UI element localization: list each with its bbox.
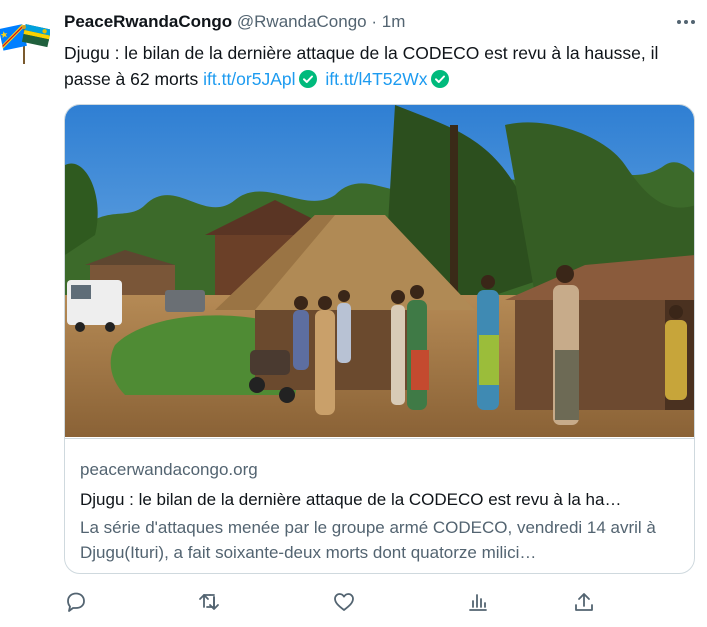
card-domain: peacerwandacongo.org: [80, 460, 258, 479]
tweet-actions: [64, 590, 694, 618]
verified-check-icon: [298, 69, 317, 95]
more-options-icon[interactable]: [674, 12, 698, 32]
article-photo: [65, 105, 694, 437]
share-icon[interactable]: [572, 590, 600, 618]
link-preview-card[interactable]: peacerwandacongo.org Djugu : le bilan de…: [64, 104, 695, 574]
tweet-text: Djugu : le bilan de la dernière attaque …: [64, 40, 694, 95]
card-title: Djugu : le bilan de la dernière attaque …: [80, 490, 622, 509]
card-description: La série d'attaques menée par le groupe …: [80, 518, 656, 562]
tweet: PeaceRwandaCongo @RwandaCongo · 1m Djugu…: [0, 0, 707, 627]
rwanda-congo-flags-icon: [0, 24, 52, 64]
views-icon[interactable]: [466, 590, 494, 618]
tweet-link-2[interactable]: ift.tt/l4T52Wx: [325, 69, 427, 89]
author-handle[interactable]: @RwandaCongo: [237, 12, 367, 31]
tweet-header: PeaceRwandaCongo @RwandaCongo · 1m: [64, 12, 405, 32]
reply-icon[interactable]: [64, 590, 92, 618]
separator-dot: ·: [371, 12, 378, 31]
timestamp[interactable]: 1m: [382, 12, 406, 31]
avatar[interactable]: [0, 10, 52, 66]
card-info: peacerwandacongo.org Djugu : le bilan de…: [65, 438, 694, 573]
like-icon[interactable]: [332, 590, 360, 618]
retweet-icon[interactable]: [197, 590, 225, 618]
tweet-link-1[interactable]: ift.tt/or5JApl: [203, 69, 295, 89]
verified-check-icon: [430, 69, 449, 95]
author-name[interactable]: PeaceRwandaCongo: [64, 12, 232, 31]
